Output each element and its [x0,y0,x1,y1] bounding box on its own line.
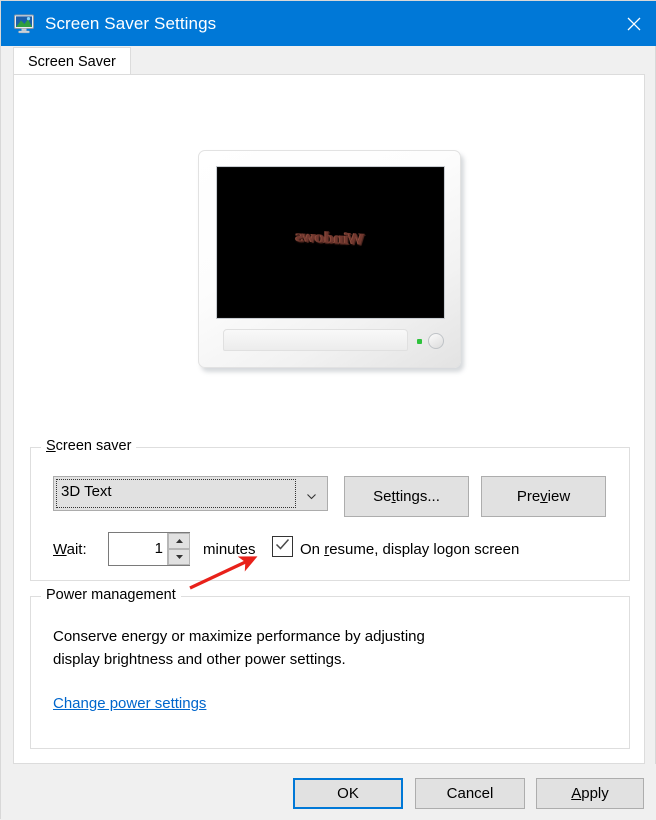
change-power-settings-link[interactable]: Change power settings [53,695,206,712]
preview-button-label: Preview [517,488,570,505]
accel-char: A [571,785,582,802]
checkmark-icon [275,538,290,556]
on-resume-checkbox[interactable] [272,536,293,557]
screensaver-preview-text: Windows [296,227,365,249]
preview-button[interactable]: Preview [481,476,606,517]
tab-screen-saver[interactable]: Screen Saver [13,47,131,75]
ok-button[interactable]: OK [293,778,403,809]
tab-strip: Screen Saver [13,47,645,75]
dialog-footer: OK Cancel Apply [1,764,656,820]
ok-button-label: OK [337,785,359,802]
cancel-button[interactable]: Cancel [415,778,525,809]
screen-saver-settings-window: Screen Saver Settings Screen Saver Windo… [0,0,656,820]
triangle-down-icon[interactable] [168,549,190,565]
monitor-screen: Windows [216,166,445,319]
title-bar: Screen Saver Settings [1,1,656,46]
on-resume-label[interactable]: On resume, display logon screen [300,541,519,558]
triangle-up-icon[interactable] [168,533,190,549]
monitor-front-tray [223,329,408,351]
minutes-unit-label: minutes [203,541,256,558]
label-part: esume, display logon screen [329,541,520,558]
label-part: Se [373,488,392,505]
close-icon[interactable] [611,1,656,46]
screensaver-selected-value: 3D Text [61,483,112,500]
label-part: iew [547,488,571,505]
screen-saver-groupbox: Screen saver 3D Text Settings... Preview [30,438,630,581]
wait-minutes-value[interactable]: 1 [109,540,163,557]
wait-label: Wait: [53,541,87,558]
chevron-down-icon[interactable] [306,489,317,500]
screen-saver-group-label: Screen saver [41,438,137,454]
monitor-bezel: Windows [198,150,461,368]
power-led-icon [417,339,422,344]
monitor-preview: Windows [198,150,466,375]
settings-button-label: Settings... [373,488,440,505]
label-part: tings... [395,488,440,505]
group-label-text: creen saver [55,438,132,454]
power-description: Conserve energy or maximize performance … [53,625,593,672]
power-description-line-2: display brightness and other power setti… [53,651,346,669]
monitor-screensaver-icon [13,13,35,35]
label-part: On [300,541,325,558]
monitor-power-button-icon [428,333,444,349]
tab-label: Screen Saver [28,53,116,70]
power-management-groupbox: Power management Conserve energy or maxi… [30,587,630,749]
label-part: pply [581,785,609,802]
settings-button[interactable]: Settings... [344,476,469,517]
label-part: ait: [66,541,87,558]
power-management-group-label: Power management [41,587,181,603]
accel-char: v [540,488,548,505]
apply-button[interactable]: Apply [536,778,644,809]
screensaver-select[interactable]: 3D Text [53,476,328,511]
window-title: Screen Saver Settings [45,13,217,33]
stepper-buttons [167,533,190,565]
cancel-button-label: Cancel [446,785,494,802]
apply-button-label: Apply [571,785,609,802]
wait-minutes-stepper[interactable]: 1 [108,532,190,566]
accel-char: W [53,541,67,558]
tab-content-panel: Windows Screen saver 3D Text Settings...… [13,74,645,764]
label-part: Pre [516,488,541,505]
accel-char: S [46,438,56,454]
power-description-line-1: Conserve energy or maximize performance … [53,628,425,645]
